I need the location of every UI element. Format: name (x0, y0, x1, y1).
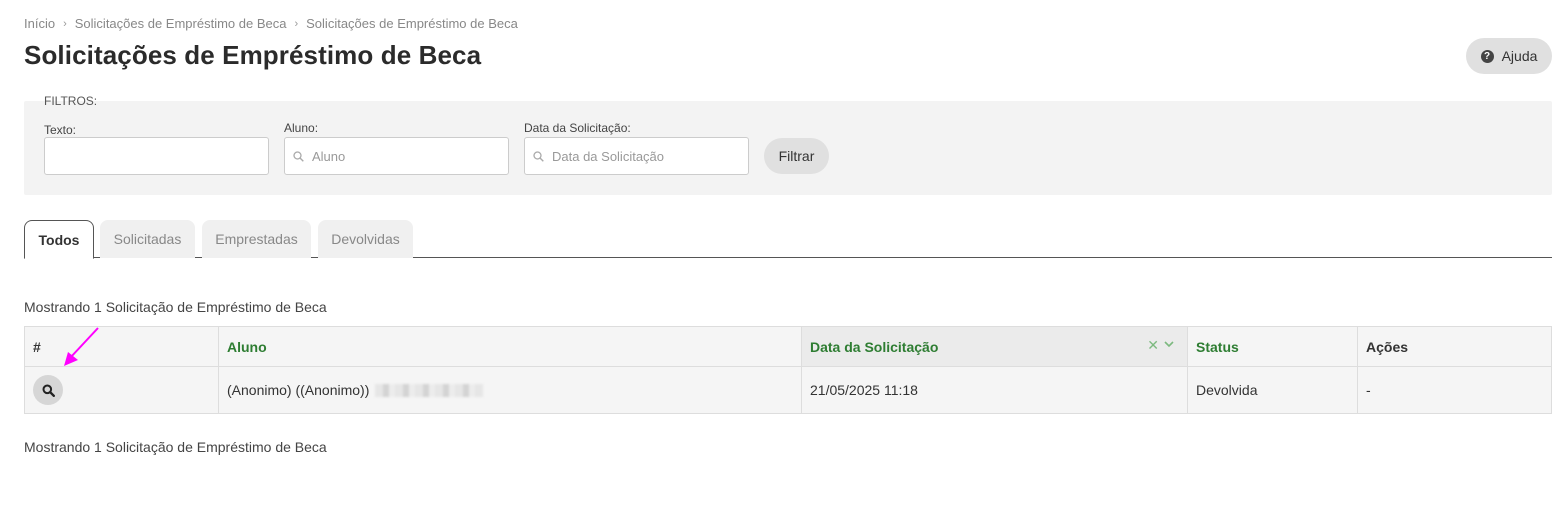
tab-emprestadas[interactable]: Emprestadas (202, 220, 311, 258)
help-button[interactable]: ? Ajuda (1466, 38, 1552, 74)
breadcrumb: Início › Solicitações de Empréstimo de B… (24, 16, 518, 31)
cell-actions-view (25, 367, 219, 413)
sort-controls: ✕ (1147, 337, 1175, 354)
magnifier-icon (293, 150, 304, 162)
redacted-text (375, 383, 484, 397)
data-input[interactable]: Data da Solicitação (524, 137, 749, 175)
texto-input[interactable] (44, 137, 269, 175)
cell-aluno: (Anonimo) ((Anonimo)) (219, 367, 802, 413)
header-data-label: Data da Solicitação (810, 338, 939, 355)
cell-acoes: - (1366, 382, 1371, 398)
breadcrumb-solicitacoes[interactable]: Solicitações de Empréstimo de Beca (75, 16, 287, 31)
filters-legend: FILTROS: (44, 94, 98, 108)
tabs-bar: Todos Solicitadas Emprestadas Devolvidas (24, 220, 1552, 259)
table-row: (Anonimo) ((Anonimo)) 21/05/2025 11:18 D… (25, 367, 1551, 413)
help-button-label: Ajuda (1501, 48, 1538, 64)
tab-solicitadas[interactable]: Solicitadas (100, 220, 195, 258)
aluno-input[interactable]: Aluno (284, 137, 509, 175)
breadcrumb-current: Solicitações de Empréstimo de Beca (306, 16, 518, 31)
count-text-bottom: Mostrando 1 Solicitação de Empréstimo de… (24, 439, 327, 455)
header-data-solicitacao[interactable]: Data da Solicitação ✕ (802, 327, 1188, 366)
count-text-top: Mostrando 1 Solicitação de Empréstimo de… (24, 299, 327, 315)
header-hash: # (25, 327, 219, 366)
header-aluno[interactable]: Aluno (219, 327, 802, 366)
chevron-right-icon: › (63, 17, 67, 30)
tab-todos[interactable]: Todos (24, 220, 94, 259)
chevron-down-icon[interactable] (1163, 337, 1175, 354)
breadcrumb-inicio[interactable]: Início (24, 16, 55, 31)
aluno-placeholder: Aluno (312, 148, 346, 164)
question-circle-icon: ? (1480, 49, 1494, 63)
header-status[interactable]: Status (1188, 327, 1358, 366)
aluno-name: (Anonimo) ((Anonimo)) (227, 382, 370, 398)
texto-label: Texto: (44, 123, 77, 137)
table-header-row: # Aluno Data da Solicitação ✕ Status Açõ… (25, 327, 1551, 367)
filter-button[interactable]: Filtrar (764, 138, 829, 174)
aluno-label: Aluno: (284, 121, 319, 135)
data-label: Data da Solicitação: (524, 121, 631, 135)
arrow-icon (64, 327, 99, 366)
requests-table: # Aluno Data da Solicitação ✕ Status Açõ… (24, 326, 1552, 414)
magnifier-icon (533, 150, 544, 162)
tab-devolvidas[interactable]: Devolvidas (318, 220, 413, 258)
close-icon[interactable]: ✕ (1147, 337, 1159, 354)
cell-data: 21/05/2025 11:18 (802, 367, 1188, 413)
header-acoes: Ações (1366, 338, 1409, 355)
data-placeholder: Data da Solicitação (552, 148, 665, 164)
search-icon (42, 384, 55, 397)
chevron-right-icon: › (294, 17, 299, 30)
cell-status: Devolvida (1188, 367, 1358, 413)
view-button[interactable] (33, 375, 63, 405)
page-title: Solicitações de Empréstimo de Beca (24, 40, 482, 70)
